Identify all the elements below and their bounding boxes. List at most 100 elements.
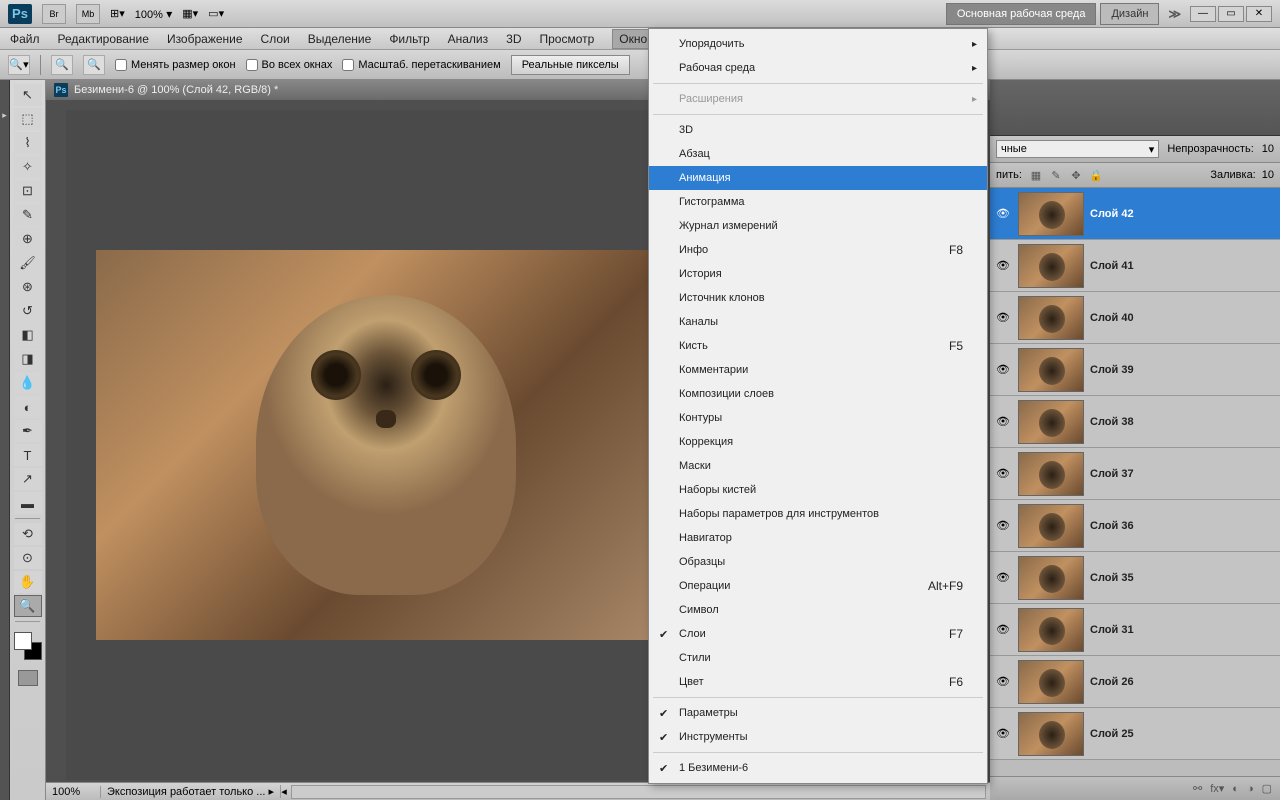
layer-row[interactable]: 👁 Слой 37 [990,448,1280,500]
horizontal-scrollbar[interactable] [291,785,986,799]
lock-pixels-icon[interactable]: ✎ [1048,167,1064,183]
status-info[interactable]: Экспозиция работает только ... ▸ [101,785,281,798]
zoom-in-icon[interactable]: 🔍 [51,55,73,75]
zoom-level[interactable]: 100% ▾ [135,7,173,21]
layer-row[interactable]: 👁 Слой 36 [990,500,1280,552]
layer-name-label[interactable]: Слой 38 [1090,416,1134,428]
menu-options-toggle[interactable]: ✔Параметры [649,701,987,725]
move-tool[interactable]: ↖ [14,84,42,106]
fill-value[interactable]: 10 [1262,169,1274,181]
layer-thumbnail[interactable] [1018,556,1084,600]
resize-windows-checkbox[interactable]: Менять размер окон [115,59,236,71]
eraser-tool[interactable]: ◧ [14,324,42,346]
menu-doc-1[interactable]: ✔1 Безимени-6 [649,756,987,780]
menu-animation-panel[interactable]: Анимация [649,166,987,190]
hand-tool[interactable]: ✋ [14,571,42,593]
layer-visibility-icon[interactable]: 👁 [994,725,1012,743]
layer-row[interactable]: 👁 Слой 41 [990,240,1280,292]
menu-color-panel[interactable]: ЦветF6 [649,670,987,694]
gradient-tool[interactable]: ◨ [14,348,42,370]
shape-tool[interactable]: ▬ [14,492,42,514]
healing-tool[interactable]: ⊕ [14,228,42,250]
scrubby-zoom-checkbox[interactable]: Масштаб. перетаскиванием [342,59,500,71]
adjustment-layer-icon[interactable]: ◑ [1247,783,1254,795]
menu-extensions[interactable]: Расширения▸ [649,87,987,111]
menu-histogram-panel[interactable]: Гистограмма [649,190,987,214]
blend-mode-dropdown[interactable]: чные▾ [996,140,1159,158]
screen-mode-dropdown[interactable]: ▭▾ [208,7,224,20]
minimize-icon[interactable]: — [1190,6,1216,22]
menu-actions-panel[interactable]: ОперацииAlt+F9 [649,574,987,598]
lock-all-icon[interactable]: 🔒 [1088,167,1104,183]
view-extras-dropdown[interactable]: ⊞▾ [110,7,125,20]
zoom-tool-btn[interactable]: 🔍 [14,595,42,617]
layer-row[interactable]: 👁 Слой 25 [990,708,1280,760]
layer-thumbnail[interactable] [1018,608,1084,652]
layer-visibility-icon[interactable]: 👁 [994,205,1012,223]
menu-file[interactable]: Файл [10,32,40,46]
zoom-tool-icon[interactable]: 🔍▾ [8,55,30,75]
crop-tool[interactable]: ⊡ [14,180,42,202]
marquee-tool[interactable]: ⬚ [14,108,42,130]
history-brush-tool[interactable]: ↺ [14,300,42,322]
layer-name-label[interactable]: Слой 41 [1090,260,1134,272]
menu-view[interactable]: Просмотр [539,32,594,46]
menu-swatches-panel[interactable]: Образцы [649,550,987,574]
layer-thumbnail[interactable] [1018,192,1084,236]
zoom-out-icon[interactable]: 🔍 [83,55,105,75]
menu-filter[interactable]: Фильтр [389,32,429,46]
layer-visibility-icon[interactable]: 👁 [994,517,1012,535]
layer-name-label[interactable]: Слой 26 [1090,676,1134,688]
maximize-icon[interactable]: ▭ [1218,6,1244,22]
layer-name-label[interactable]: Слой 25 [1090,728,1134,740]
layer-visibility-icon[interactable]: 👁 [994,309,1012,327]
workspace-tab-design[interactable]: Дизайн [1100,3,1159,25]
menu-arrange[interactable]: Упорядочить▸ [649,32,987,56]
brush-tool[interactable]: 🖌 [14,252,42,274]
dodge-tool[interactable]: ◐ [14,396,42,418]
layer-thumbnail[interactable] [1018,504,1084,548]
layer-visibility-icon[interactable]: 👁 [994,361,1012,379]
quick-mask-toggle[interactable] [18,670,38,686]
stamp-tool[interactable]: ⊛ [14,276,42,298]
menu-info-panel[interactable]: ИнфоF8 [649,238,987,262]
text-tool[interactable]: T [14,444,42,466]
menu-image[interactable]: Изображение [167,32,243,46]
menu-paragraph-panel[interactable]: Абзац [649,142,987,166]
layer-row[interactable]: 👁 Слой 35 [990,552,1280,604]
3d-camera-tool[interactable]: ⊙ [14,547,42,569]
layer-name-label[interactable]: Слой 35 [1090,572,1134,584]
collapsed-sidebar[interactable]: ▸ [0,80,10,800]
color-swatches[interactable] [14,632,42,660]
layer-visibility-icon[interactable]: 👁 [994,569,1012,587]
bridge-icon[interactable]: Br [42,4,66,24]
minibridge-icon[interactable]: Mb [76,4,100,24]
layer-row[interactable]: 👁 Слой 26 [990,656,1280,708]
arrange-docs-dropdown[interactable]: ▦▾ [182,7,198,20]
layer-name-label[interactable]: Слой 39 [1090,364,1134,376]
menu-tool-presets-panel[interactable]: Наборы параметров для инструментов [649,502,987,526]
layer-row[interactable]: 👁 Слой 42 [990,188,1280,240]
layer-row[interactable]: 👁 Слой 39 [990,344,1280,396]
menu-brush-presets-panel[interactable]: Наборы кистей [649,478,987,502]
layer-visibility-icon[interactable]: 👁 [994,257,1012,275]
opacity-value[interactable]: 10 [1262,143,1274,155]
menu-3d[interactable]: 3D [506,32,521,46]
lock-transparent-icon[interactable]: ▦ [1028,167,1044,183]
menu-layer-comps-panel[interactable]: Композиции слоев [649,382,987,406]
layer-fx-icon[interactable]: fx▾ [1210,782,1224,795]
layer-visibility-icon[interactable]: 👁 [994,621,1012,639]
layer-name-label[interactable]: Слой 42 [1090,208,1134,220]
menu-masks-panel[interactable]: Маски [649,454,987,478]
workspace-tab-main[interactable]: Основная рабочая среда [946,3,1097,25]
menu-layers-panel[interactable]: ✔СлоиF7 [649,622,987,646]
lock-position-icon[interactable]: ✥ [1068,167,1084,183]
menu-select[interactable]: Выделение [308,32,372,46]
layer-row[interactable]: 👁 Слой 31 [990,604,1280,656]
menu-paths-panel[interactable]: Контуры [649,406,987,430]
menu-analysis[interactable]: Анализ [448,32,489,46]
layer-row[interactable]: 👁 Слой 38 [990,396,1280,448]
layer-thumbnail[interactable] [1018,452,1084,496]
layer-name-label[interactable]: Слой 37 [1090,468,1134,480]
menu-history-panel[interactable]: История [649,262,987,286]
